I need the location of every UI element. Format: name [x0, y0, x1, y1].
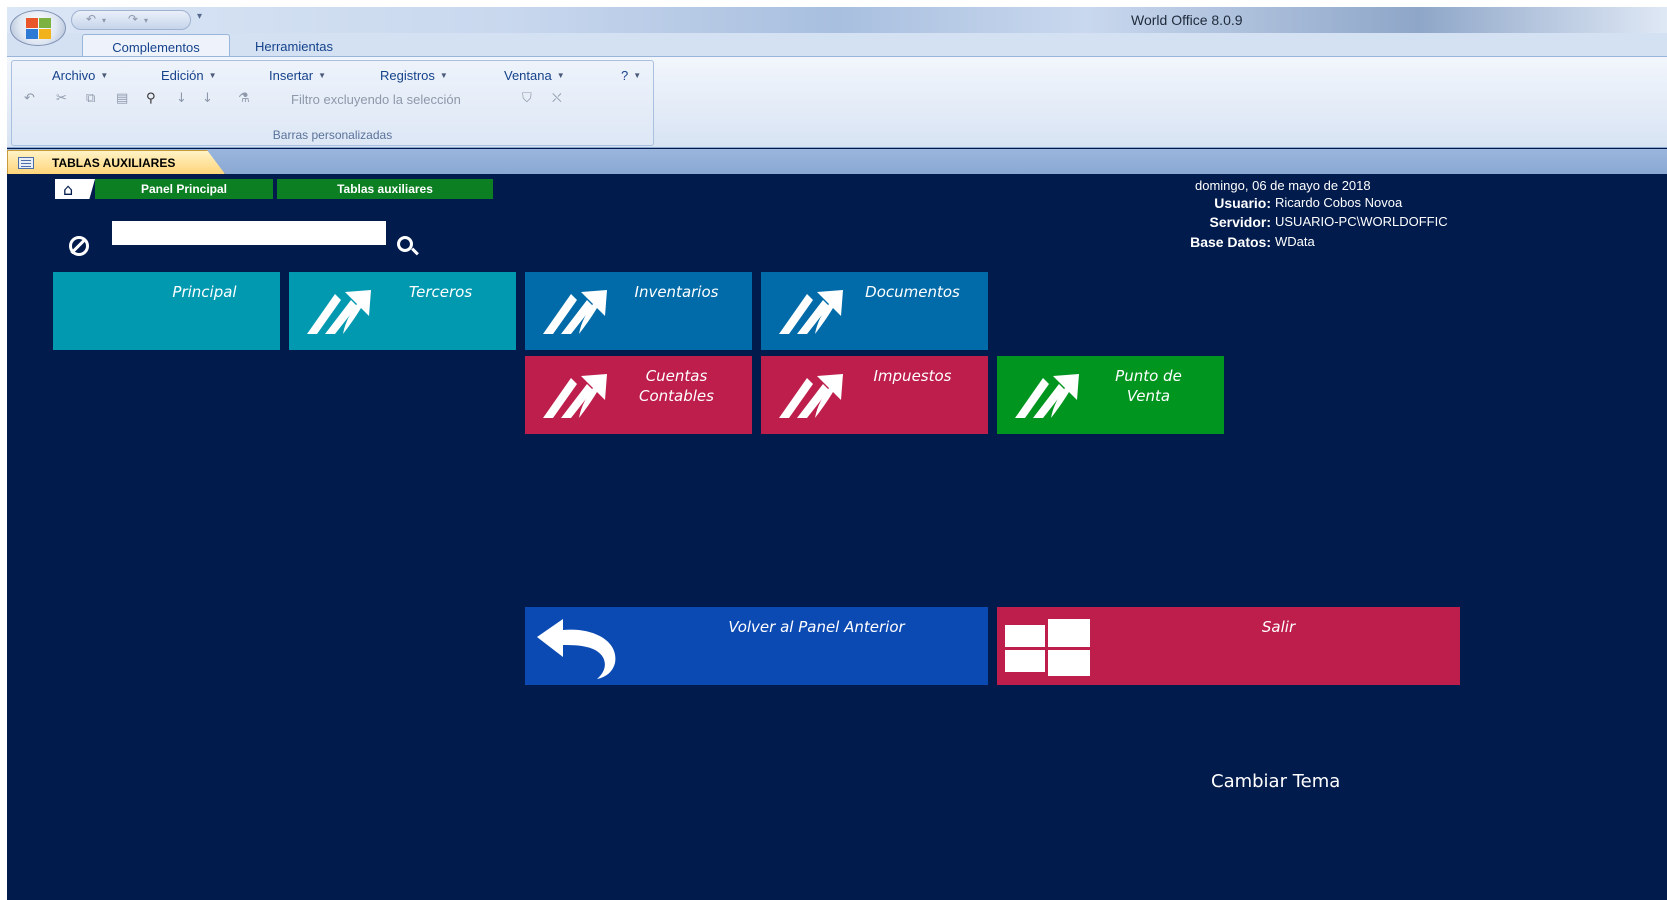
tile-cuentas-contables[interactable]: Cuentas Contables [525, 356, 752, 434]
worldoffice-logo-icon [543, 290, 607, 334]
home-glyph: ⌂ [63, 180, 74, 199]
menu-edicion-label: Edición [161, 68, 204, 83]
paste-icon[interactable]: ▤ [116, 91, 128, 106]
worldoffice-logo-icon [543, 374, 607, 418]
tile-label: Volver al Panel Anterior [728, 618, 905, 636]
ribbon: Archivo ▼ Edición ▼ Insertar ▼ Registros ▼ V… [7, 56, 1667, 148]
breadcrumb-panel-principal[interactable]: Panel Principal [95, 179, 273, 199]
form-icon [18, 157, 34, 169]
sort-descending-icon[interactable]: ↓ [202, 91, 213, 106]
back-arrow-icon [537, 619, 616, 679]
toolbar: ↶ ✂ ⧉ ▤ ⚲ ↓ ↓ ⚗ Filtro excluyendo la sel… [24, 91, 644, 109]
document-tab-strip: TABLAS AUXILIARES [7, 149, 1667, 174]
document-tab[interactable]: TABLAS AUXILIARES [7, 150, 225, 174]
chevron-down-icon: ▼ [439, 71, 448, 80]
tile-label: Inventarios [634, 283, 719, 301]
tile-punto-de-venta[interactable]: Punto de Venta [997, 356, 1224, 434]
home-icon[interactable]: ⌂ [55, 179, 95, 199]
change-theme-link[interactable]: Cambiar Tema [1211, 771, 1340, 792]
menu-registros-label: Registros [380, 68, 435, 83]
tile-label-line2: Venta [1126, 387, 1171, 405]
cut-icon[interactable]: ✂ [56, 91, 67, 106]
tile-impuestos[interactable]: Impuestos [761, 356, 988, 434]
tile-label-line1: Cuentas [645, 367, 708, 385]
office-button[interactable] [10, 10, 66, 46]
search-input[interactable] [112, 221, 386, 245]
filter-excluding-selection-label[interactable]: Filtro excluyendo la selección [291, 92, 461, 107]
office-logo-icon [26, 18, 52, 40]
tile-label: Principal [172, 283, 237, 301]
ribbon-tab-row: Complementos Herramientas [7, 33, 1667, 58]
title-bar: ↶ ▾ ↷ ▾ ▾ World Office 8.0.9 [7, 7, 1667, 33]
redo-dropdown-icon[interactable]: ▾ [144, 16, 148, 25]
menu-registros[interactable]: Registros ▼ [380, 68, 448, 83]
menu-insertar[interactable]: Insertar ▼ [269, 68, 326, 83]
undo-dropdown-icon[interactable]: ▾ [102, 16, 106, 25]
tab-complementos[interactable]: Complementos [82, 34, 230, 58]
search-icon[interactable] [397, 236, 413, 252]
menu-archivo[interactable]: Archivo ▼ [52, 68, 108, 83]
worldoffice-logo-icon [779, 290, 843, 334]
worldoffice-logo-icon [307, 290, 371, 334]
chevron-down-icon: ▼ [208, 71, 217, 80]
chevron-down-icon: ▼ [100, 71, 109, 80]
tile-label: Documentos [865, 283, 960, 301]
tile-label: Cuentas Contables [605, 366, 748, 406]
server-label: Servidor: [1209, 214, 1271, 230]
ribbon-group-barras: Archivo ▼ Edición ▼ Insertar ▼ Registros ▼ V… [11, 60, 654, 146]
worldoffice-logo-icon [779, 374, 843, 418]
tile-label: Terceros [408, 283, 473, 301]
chevron-down-icon: ▼ [318, 71, 326, 80]
app-window: ↶ ▾ ↷ ▾ ▾ World Office 8.0.9 Complemento… [7, 7, 1667, 900]
customize-qat-icon[interactable]: ▾ [197, 11, 202, 22]
tile-label: Punto de Venta [1077, 366, 1220, 406]
filter-by-selection-icon[interactable]: ⚗ [238, 91, 250, 106]
sort-ascending-icon[interactable]: ↓ [176, 91, 187, 106]
user-label: Usuario: [1214, 195, 1271, 211]
database-label: Base Datos: [1190, 234, 1271, 250]
menu-archivo-label: Archivo [52, 68, 96, 83]
user-row: Usuario: Ricardo Cobos Novoa [1107, 195, 1667, 213]
undo-icon[interactable]: ↶ [24, 91, 35, 106]
tile-volver-panel-anterior[interactable]: Volver al Panel Anterior [525, 607, 988, 685]
remove-filter-icon[interactable]: ⛌ [552, 91, 562, 106]
find-icon[interactable]: ⚲ [146, 91, 156, 106]
breadcrumb-tablas-auxiliares[interactable]: Tablas auxiliares [277, 179, 493, 199]
undo-icon[interactable]: ↶ [86, 12, 96, 26]
chevron-down-icon: ▼ [556, 71, 565, 80]
current-date: domingo, 06 de mayo de 2018 [1195, 178, 1371, 193]
tile-principal[interactable]: Principal [53, 272, 280, 350]
tile-inventarios[interactable]: Inventarios [525, 272, 752, 350]
menu-edicion[interactable]: Edición ▼ [161, 68, 217, 83]
quick-access-toolbar: ↶ ▾ ↷ ▾ [71, 10, 191, 30]
copy-icon[interactable]: ⧉ [86, 91, 95, 106]
menu-help-label: ? [621, 68, 629, 83]
menu-ventana[interactable]: Ventana ▼ [504, 68, 565, 83]
tile-label: Impuestos [873, 367, 952, 385]
tile-terceros[interactable]: Terceros [289, 272, 516, 350]
user-value: Ricardo Cobos Novoa [1275, 195, 1403, 210]
group-label: Barras personalizadas [272, 128, 393, 142]
chevron-down-icon: ▼ [633, 71, 642, 80]
server-row: Servidor: USUARIO-PC\WORLDOFFIC [1107, 214, 1667, 232]
menu-ventana-label: Ventana [504, 68, 552, 83]
server-value: USUARIO-PC\WORLDOFFIC [1275, 214, 1448, 229]
tile-label-line1: Punto de [1115, 367, 1182, 385]
windows-logo-icon [1005, 617, 1091, 676]
menu-help[interactable]: ? ▼ [621, 68, 641, 83]
tab-herramientas[interactable]: Herramientas [243, 34, 345, 58]
tile-label-line2: Contables [639, 387, 714, 405]
database-value: WData [1275, 234, 1315, 249]
document-tab-label: TABLAS AUXILIARES [52, 156, 176, 170]
redo-icon[interactable]: ↷ [128, 12, 138, 26]
clear-search-icon[interactable] [69, 236, 89, 256]
filter-icon[interactable]: ⛉ [522, 91, 532, 106]
worldoffice-logo-icon [1015, 374, 1079, 418]
tile-salir[interactable]: Salir [997, 607, 1460, 685]
tile-label: Salir [1261, 618, 1296, 636]
menu-insertar-label: Insertar [269, 68, 314, 83]
database-row: Base Datos: WData [1107, 234, 1667, 252]
window-title: World Office 8.0.9 [1131, 12, 1243, 28]
tile-documentos[interactable]: Documentos [761, 272, 988, 350]
